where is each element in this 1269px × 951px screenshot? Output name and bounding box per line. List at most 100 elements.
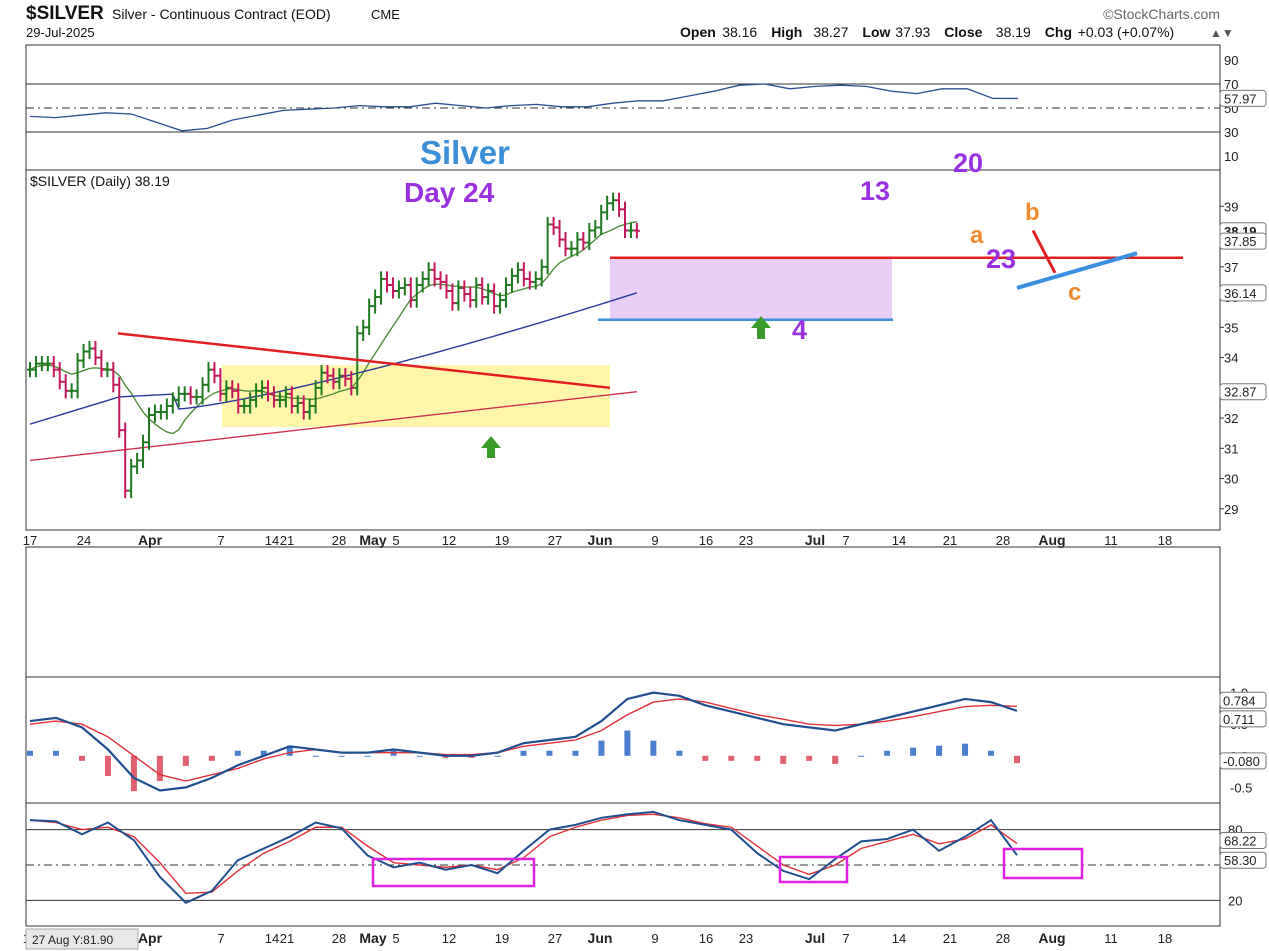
rsi-value-label: 57.97 — [1224, 91, 1257, 106]
x-tick-label: 7 — [842, 533, 849, 548]
macd-histogram-bar — [494, 755, 501, 757]
price-bar — [38, 356, 45, 372]
price-bar — [455, 280, 462, 311]
value-label: 32.87 — [1224, 385, 1257, 400]
macd-histogram-bar — [520, 750, 527, 756]
price-bar — [616, 192, 623, 217]
macd-histogram-bar — [156, 755, 163, 782]
range-box — [610, 257, 892, 320]
wave-label-a: a — [970, 222, 984, 249]
price-bar — [384, 271, 390, 293]
macd-histogram-bar — [208, 755, 215, 761]
price-bar — [508, 268, 515, 293]
cycle-label-4: 4 — [792, 315, 807, 345]
x-tick-label: 12 — [442, 533, 456, 548]
macd-histogram-bar — [962, 743, 969, 756]
x-tick-label: Aug — [1038, 532, 1065, 548]
macd-histogram-bar — [806, 755, 813, 761]
projected-move-line — [1031, 229, 1057, 274]
macd-histogram-bar — [884, 750, 891, 756]
value-label: 36.14 — [1224, 286, 1257, 301]
x-tick-label: 27 — [548, 533, 562, 548]
price-bar — [140, 434, 147, 468]
price-bar — [622, 201, 628, 239]
panel-frame — [25, 546, 1221, 678]
macd-histogram-bar — [988, 750, 995, 756]
macd-histogram-bar — [598, 740, 605, 756]
price-bar — [610, 192, 617, 211]
price-bar — [122, 422, 129, 499]
x-tick-label: 14 — [265, 533, 279, 548]
macd-histogram-bar — [650, 740, 657, 756]
collapse-icon[interactable]: ▲▼ — [1210, 26, 1234, 40]
price-bar — [187, 386, 194, 405]
macd-line — [29, 691, 1018, 792]
price-bar — [146, 407, 152, 450]
annotation-day: Day 24 — [404, 177, 495, 208]
panel-frame — [25, 676, 1221, 804]
stoch-value-label: 68.22 — [1224, 834, 1257, 849]
price-bar — [86, 340, 93, 360]
x-tick-label: 14 — [892, 931, 906, 946]
price-bar — [163, 398, 170, 420]
price-bar — [520, 262, 527, 287]
price-bar — [425, 262, 432, 287]
x-tick-label: 28 — [332, 931, 346, 946]
x-tick-label: Jul — [805, 532, 825, 548]
panel-frames — [25, 44, 1221, 927]
price-bar — [443, 274, 450, 299]
x-tick-label: 16 — [699, 931, 713, 946]
up-arrow-icon — [481, 436, 501, 458]
cycle-label-23: 23 — [986, 244, 1016, 274]
price-bar — [193, 389, 200, 405]
cursor-readout: 27 Aug Y:81.90 — [32, 933, 114, 947]
price-bar — [550, 216, 557, 236]
price-bar — [592, 219, 599, 239]
rsi-tick-label: 30 — [1224, 125, 1238, 140]
x-tick-label: 7 — [842, 931, 849, 946]
macd-value-label: 0.711 — [1223, 712, 1255, 727]
y-tick-label: 30 — [1224, 472, 1238, 487]
price-bar — [211, 362, 218, 384]
price-bar — [419, 271, 426, 293]
price-bar — [360, 319, 367, 341]
x-tick-label: 23 — [739, 931, 753, 946]
price-bar — [68, 383, 75, 399]
macd-histogram-bar — [936, 745, 943, 756]
cycle-label-13: 13 — [860, 176, 890, 206]
x-tick-label: May — [359, 930, 386, 946]
x-tick-label: 24 — [77, 533, 91, 548]
annotation-title: Silver — [420, 134, 510, 171]
macd-histogram-bar — [364, 755, 371, 757]
macd-value-label: 0.784 — [1223, 693, 1256, 708]
x-tick-label: May — [359, 532, 386, 548]
price-bar — [562, 232, 569, 257]
x-tick-label: Jun — [588, 532, 613, 548]
x-tick-label: 27 — [548, 931, 562, 946]
ohlc-label: Close — [944, 24, 982, 40]
x-tick-label: 9 — [651, 931, 658, 946]
ohlc-value: 38.16 — [722, 24, 757, 40]
x-tick-label: 17 — [23, 533, 37, 548]
macd-histogram-bar — [312, 755, 319, 757]
rsi-tick-label: 10 — [1224, 149, 1238, 164]
x-tick-label: 9 — [651, 533, 658, 548]
price-bar — [80, 343, 87, 369]
price-bar — [134, 452, 141, 475]
price-bars — [27, 192, 640, 499]
macd-histogram-bar — [546, 750, 553, 756]
price-bar — [538, 259, 545, 287]
ohlc-value: +0.03 (+0.07%) — [1078, 24, 1175, 40]
price-bar — [104, 362, 111, 378]
macd-histogram-bar — [832, 755, 839, 764]
price-bar — [627, 222, 634, 239]
ohlc-value: 38.19 — [996, 24, 1031, 40]
y-tick-label: 31 — [1224, 441, 1238, 456]
price-bar — [389, 277, 396, 299]
price-bar — [128, 458, 135, 499]
price-bar — [151, 404, 158, 423]
price-bar — [544, 216, 551, 275]
macd-histogram-bar — [416, 755, 423, 757]
price-bar — [44, 356, 51, 372]
x-tick-label: Apr — [138, 930, 163, 946]
